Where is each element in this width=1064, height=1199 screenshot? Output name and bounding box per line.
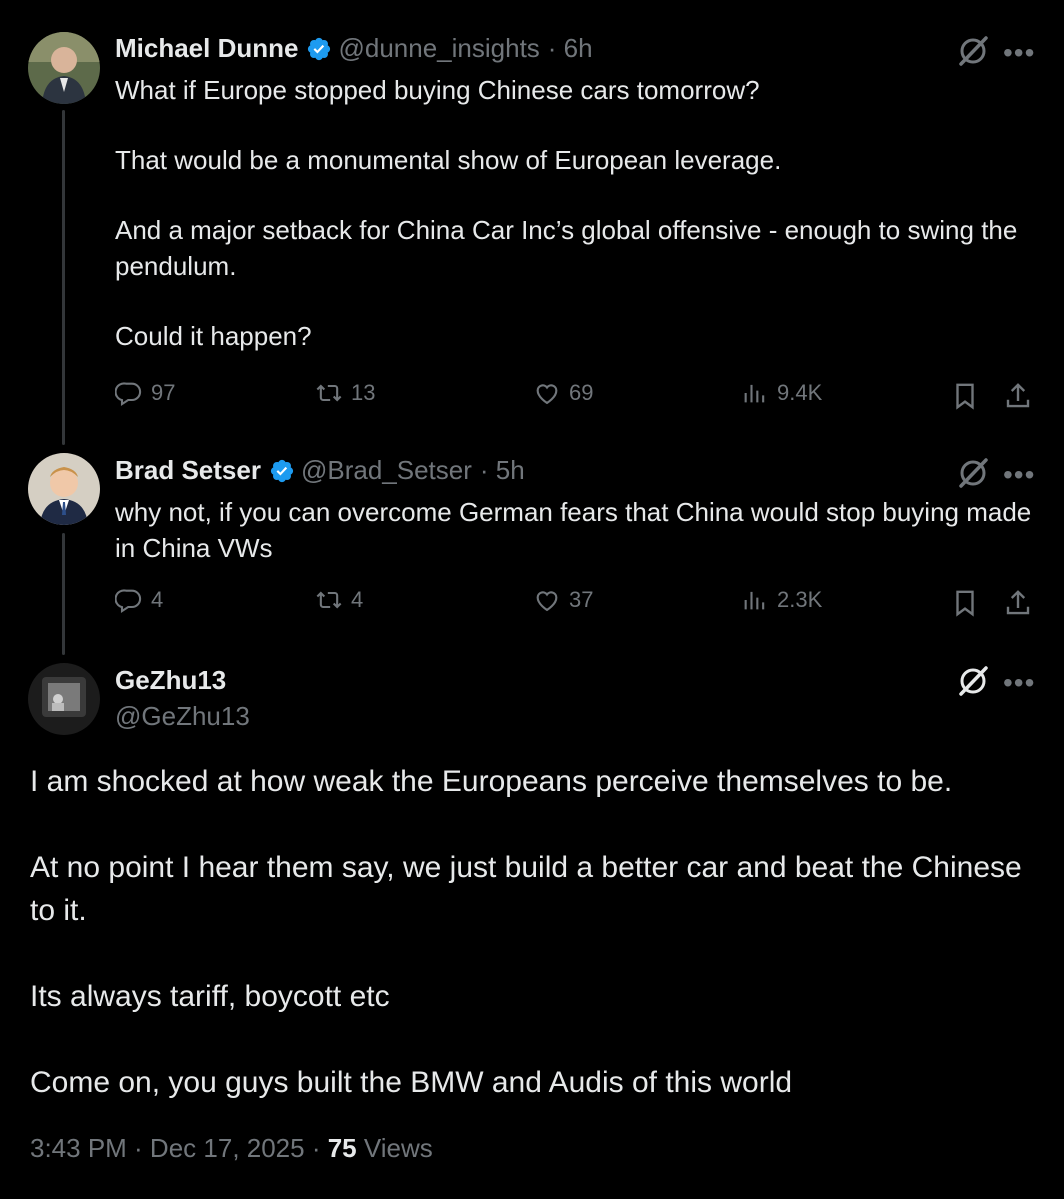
like-icon: [536, 591, 558, 612]
tweet-paragraph: Come on, you guys built the BMW and Audi…: [30, 1066, 793, 1099]
views-icon: [744, 384, 765, 403]
grok-slash-icon[interactable]: [956, 456, 990, 490]
tweet-header: Brad Setser @Brad_Setser · 5h: [115, 455, 525, 486]
tweet-text: why not, if you can overcome German fear…: [115, 494, 1035, 566]
tweet-paragraph: I am shocked at how weak the Europeans p…: [30, 765, 953, 798]
thread-line: [62, 533, 65, 655]
like-button[interactable]: 69: [533, 379, 593, 407]
thread-line: [62, 110, 65, 445]
user-handle[interactable]: @GeZhu13: [115, 701, 250, 732]
reply-icon: [115, 589, 142, 614]
tweet-paragraph: At no point I hear them say, we just bui…: [30, 851, 1022, 927]
avatar-gezhu13[interactable]: [28, 663, 100, 735]
user-handle[interactable]: @Brad_Setser: [301, 455, 472, 486]
tweet-paragraph: That would be a monumental show of Europ…: [115, 145, 782, 175]
post-timestamp[interactable]: 3:43 PM · Dec 17, 2025 ·: [30, 1133, 328, 1163]
repost-count: 13: [351, 380, 376, 405]
main-tweet-text: I am shocked at how weak the Europeans p…: [30, 760, 1030, 1104]
reply-button[interactable]: 97: [115, 379, 175, 407]
repost-button[interactable]: 13: [315, 379, 375, 407]
tweet-paragraph: What if Europe stopped buying Chinese ca…: [115, 75, 760, 105]
bookmark-icon[interactable]: [950, 588, 980, 618]
repost-button[interactable]: 4: [315, 586, 363, 614]
user-handle[interactable]: @dunne_insights: [338, 33, 539, 64]
timestamp[interactable]: · 5h: [480, 455, 525, 486]
views-count: 2.3K: [777, 587, 823, 612]
avatar-brad-setser[interactable]: [28, 453, 100, 525]
timestamp[interactable]: · 6h: [548, 33, 593, 64]
views-count: 9.4K: [777, 380, 823, 405]
tweet-paragraph: Could it happen?: [115, 321, 312, 351]
bookmark-icon[interactable]: [950, 381, 980, 411]
tweet-actions: 4 4 37 2.3K: [115, 586, 1035, 622]
tweet-paragraph: why not, if you can overcome German fear…: [115, 497, 1032, 563]
views-total: 75: [327, 1133, 357, 1163]
display-name[interactable]: GeZhu13: [115, 665, 226, 696]
reply-count: 97: [151, 380, 176, 405]
repost-icon: [316, 384, 342, 402]
tweet-meta: 3:43 PM · Dec 17, 2025 · 75 Views: [30, 1133, 433, 1164]
more-dots-icon[interactable]: •••: [1003, 39, 1035, 67]
views-button[interactable]: 9.4K: [741, 379, 822, 407]
like-button[interactable]: 37: [533, 586, 593, 614]
repost-icon: [316, 591, 342, 609]
repost-count: 4: [351, 587, 364, 612]
like-count: 69: [569, 380, 594, 405]
views-label: Views: [356, 1133, 433, 1163]
display-name[interactable]: Michael Dunne: [115, 33, 298, 64]
verified-badge-icon: [270, 459, 294, 482]
tweet-header: Michael Dunne @dunne_insights · 6h: [115, 33, 593, 64]
tweet-paragraph: Its always tariff, boycott etc: [30, 980, 390, 1013]
avatar-michael-dunne[interactable]: [28, 32, 100, 104]
verified-badge-icon: [308, 37, 331, 60]
more-dots-icon[interactable]: •••: [1003, 669, 1035, 697]
views-button[interactable]: 2.3K: [741, 586, 822, 614]
like-icon: [536, 384, 558, 405]
reply-count: 4: [151, 587, 164, 612]
tweet-paragraph: And a major setback for China Car Inc’s …: [115, 215, 1018, 281]
tweet-actions: 97 13 69 9.4K: [115, 379, 1035, 415]
tweet-text: What if Europe stopped buying Chinese ca…: [115, 72, 1035, 354]
like-count: 37: [569, 587, 594, 612]
share-icon[interactable]: [1003, 588, 1033, 618]
grok-slash-icon[interactable]: [956, 664, 990, 698]
more-dots-icon[interactable]: •••: [1003, 461, 1035, 489]
display-name[interactable]: Brad Setser: [115, 455, 261, 486]
views-icon: [744, 591, 765, 610]
reply-icon: [115, 382, 142, 407]
share-icon[interactable]: [1003, 381, 1033, 411]
grok-slash-icon[interactable]: [956, 34, 990, 68]
reply-button[interactable]: 4: [115, 586, 163, 614]
